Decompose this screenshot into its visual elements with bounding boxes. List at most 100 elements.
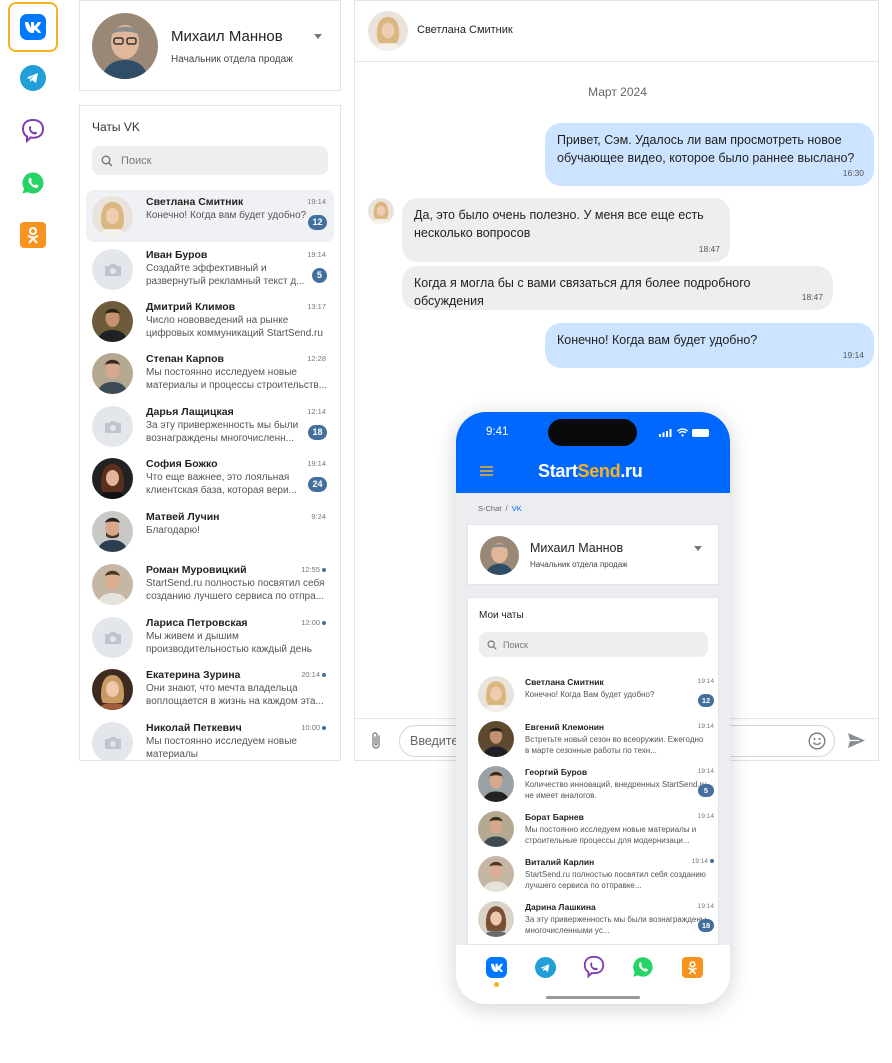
list-item[interactable]: Екатерина Зурина Они знают, что мечта вл… [86,663,334,715]
rail-vk-button[interactable] [8,2,58,52]
search-icon [101,155,113,166]
avatar [92,196,133,237]
list-item[interactable]: Виталий Карлин StartSend.ru полностью по… [474,854,714,898]
telegram-icon [20,65,46,91]
list-item[interactable]: Лариса Петровская Мы живем и дышим произ… [86,611,334,663]
list-item[interactable]: Иван Буров Создайте эффективный и развер… [86,243,334,295]
list-item[interactable]: Роман Муровицкий StartSend.ru полностью … [86,558,334,610]
avatar [92,564,133,605]
camera-icon [92,617,133,658]
avatar [478,901,514,937]
whatsapp-icon[interactable] [631,955,655,979]
list-item[interactable]: Матвей Лучин Благодарю! 9:24 [86,505,334,557]
viber-icon[interactable] [582,955,606,979]
chat-list-title: Чаты VK [92,120,140,134]
list-item[interactable]: София Божко Что еще важнее, это лояльная… [86,452,334,504]
chevron-down-icon[interactable] [694,546,702,551]
camera-icon [92,249,133,290]
dynamic-island [548,419,637,446]
status-dot [322,621,326,626]
camera-icon [92,722,133,760]
message-bubble-out: Привет, Сэм. Удалось ли вам просмотреть … [545,123,874,186]
list-item[interactable]: Светлана Смитник Конечно! Когда вам буде… [86,190,334,242]
list-item[interactable]: Степан Карпов Мы постоянно исследуем нов… [86,347,334,399]
unread-badge: 12 [698,694,714,707]
avatar[interactable] [368,11,408,51]
phone-bottom-nav [456,945,730,1004]
vk-icon [20,14,46,40]
status-dot [322,673,326,678]
avatar [92,458,133,499]
search-icon [487,639,497,650]
battery-icon [692,429,709,437]
message-bubble-in: Да, это было очень полезно. У меня все е… [402,198,730,262]
list-item[interactable]: Дарья Лащицкая За эту приверженность мы … [86,400,334,452]
unread-badge: 18 [698,919,714,932]
list-item[interactable]: Светлана Смитник Конечно! Когда Вам буде… [474,674,714,718]
avatar [92,353,133,394]
active-indicator [494,982,499,987]
list-item[interactable]: Евгений Клемонин Встретьте новый сезон в… [474,719,714,763]
avatar [478,856,514,892]
viber-icon [21,118,45,144]
rail-ok-button[interactable] [8,210,58,260]
brand-logo: StartSend.ru [538,461,643,481]
contact-name: Светлана Смитник [417,24,513,36]
unread-badge: 24 [308,477,327,492]
rail-telegram-button[interactable] [8,53,58,103]
phone-profile-card[interactable]: Михаил Маннов Начальник отдела продаж [467,524,719,585]
whatsapp-icon [22,172,44,194]
unread-badge: 12 [308,215,327,230]
avatar [478,721,514,757]
search-input[interactable]: Поиск [92,146,328,175]
list-item[interactable]: Борат Барнев Мы постоянно исследуем новы… [474,809,714,853]
send-icon[interactable] [847,732,866,749]
avatar [368,198,394,224]
chat-list-panel: Чаты VK Поиск Светлана Смитник Конечно! … [79,105,341,761]
vk-icon[interactable] [486,957,507,978]
list-item[interactable]: Дарина Лашкина За эту приверженность мы … [474,899,714,943]
message-bubble-in: Когда я могла бы с вами связаться для бо… [402,266,833,310]
odnoklassniki-icon[interactable] [682,957,703,978]
chevron-down-icon[interactable] [314,34,322,39]
paperclip-icon[interactable] [369,731,383,751]
avatar [92,301,133,342]
status-dot [322,568,326,573]
phone-content: S-Chat / VK Михаил Маннов Начальник отде… [456,493,730,945]
list-item[interactable]: Николай Петкевич Мы постоянно исследуем … [86,716,334,760]
status-dot [322,726,326,731]
profile-role: Начальник отдела продаж [171,54,293,65]
avatar [480,536,519,575]
breadcrumb: S-Chat / VK [478,504,522,513]
list-item[interactable]: Дмитрий Климов Число нововведений на рын… [86,295,334,347]
profile-card[interactable]: Михаил Маннов Начальник отдела продаж [79,0,341,91]
list-item[interactable]: Георгий Буров Количество инноваций, внед… [474,764,714,808]
signal-icon [659,429,672,437]
rail-whatsapp-button[interactable] [8,158,58,208]
avatar [478,811,514,847]
wifi-icon [677,428,688,437]
status-bar-clock: 9:41 [486,426,509,438]
camera-icon [92,406,133,447]
profile-name: Михаил Маннов [171,28,283,45]
avatar [92,13,158,79]
date-divider: Март 2024 [588,85,647,99]
search-input[interactable]: Поиск [479,632,708,657]
avatar [92,669,133,710]
phone-app-bar: 9:41 StartSend.ru [456,412,730,493]
unread-badge: 18 [308,425,327,440]
unread-badge: 5 [698,784,714,797]
message-bubble-out: Конечно! Когда вам будет удобно? 19:14 [545,323,874,368]
menu-icon[interactable] [480,466,494,476]
phone-chat-list: Мои чаты Поиск Светлана Смитник Конечно!… [467,597,719,945]
status-dot [710,859,714,864]
rail-viber-button[interactable] [8,106,58,156]
emoji-icon[interactable] [808,732,826,750]
conversation-header: Светлана Смитник [355,1,878,62]
telegram-icon[interactable] [535,957,556,978]
unread-badge: 5 [312,268,327,283]
avatar [478,676,514,712]
home-indicator [546,996,640,999]
avatar [478,766,514,802]
phone-mockup: 9:41 StartSend.ru S-Chat / VK Михаил Ман… [456,412,730,1004]
